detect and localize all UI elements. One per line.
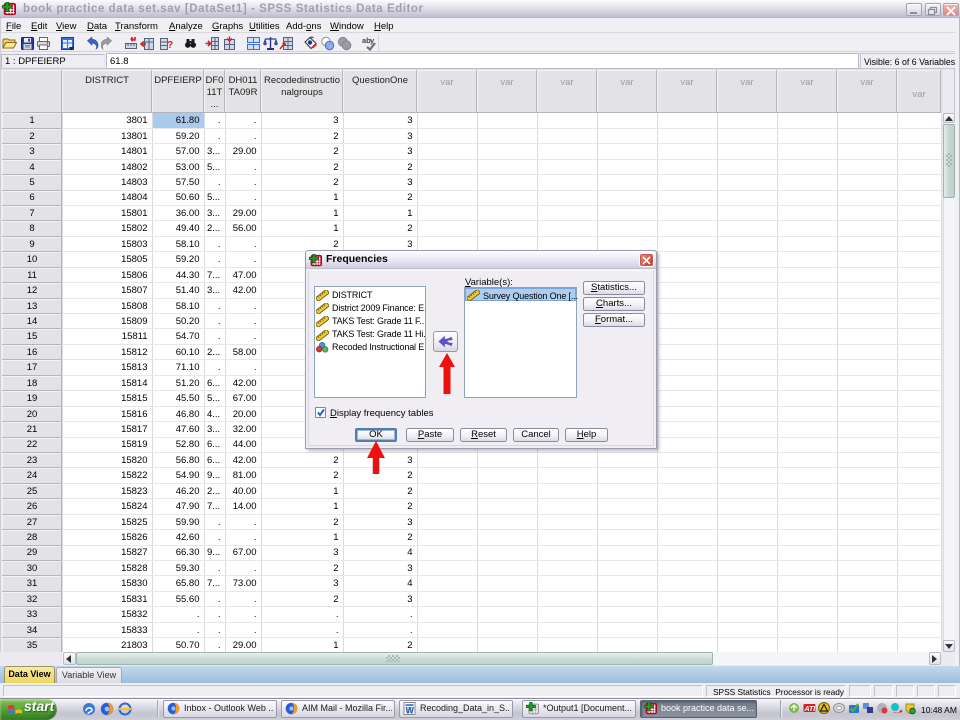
svg-text:?: ? — [167, 40, 173, 51]
svg-text:ATI: ATI — [804, 706, 817, 713]
svg-text:W: W — [406, 706, 415, 716]
